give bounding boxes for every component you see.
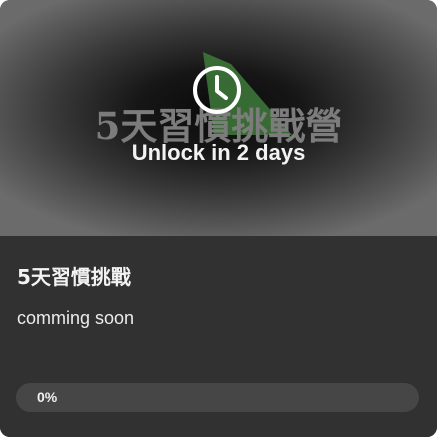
cover-image: 5天習慣挑戰營 Unlock in 2 days: [0, 0, 437, 236]
unlock-countdown: Unlock in 2 days: [131, 140, 306, 165]
card-body: 5天習慣挑戰 comming soon 0%: [0, 236, 437, 437]
card-title: 5天習慣挑戰: [17, 265, 131, 289]
clock-icon: [191, 64, 243, 116]
card-description: comming soon: [17, 308, 135, 328]
progress-label: 0%: [37, 389, 58, 405]
progress-bar: 0%: [16, 383, 419, 412]
challenge-card[interactable]: 5天習慣挑戰營 Unlock in 2 days 5天習慣挑戰 comming …: [0, 0, 437, 437]
